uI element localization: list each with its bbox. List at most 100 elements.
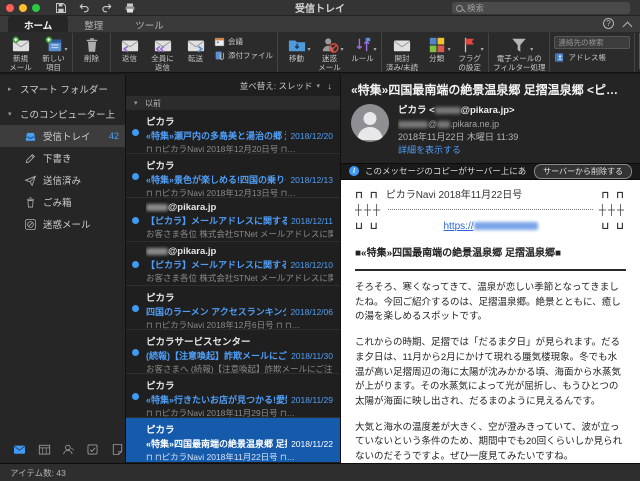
tab-organize[interactable]: 整理 xyxy=(68,16,119,32)
message-list-item[interactable]: ピカラ «特集»四国最南端の絶景温泉郷 足摺… 2018/11/22 ⊓ ⊓ピカラNa… xyxy=(126,418,340,462)
ribbon-button-flag[interactable]: ▾ フラグ の設定 xyxy=(453,33,486,72)
message-sender: ピカラ xyxy=(146,293,175,304)
print-icon[interactable] xyxy=(123,1,136,14)
delete-icon xyxy=(83,35,101,54)
message-list-item[interactable]: ピカラサービスセンター (続報)【注意喚起】詐欺メールにご注… 2018/11/30… xyxy=(126,330,340,374)
ribbon-button-address-book[interactable]: アドレス帳 xyxy=(554,52,630,63)
sidebar-folder-ごみ箱[interactable]: ごみ箱 xyxy=(0,191,125,213)
help-icon[interactable]: ? xyxy=(603,18,614,29)
sidebar-folder-下書き[interactable]: 下書き xyxy=(0,147,125,169)
item-count: アイテム数: 43 xyxy=(10,467,66,478)
new-mail-icon xyxy=(12,35,30,54)
chevron-down-icon: ▾ xyxy=(316,82,321,90)
message-list-item[interactable]: ピカラ四国のラーメン アクセスランキング <…2018/12/06⊓ ⊓ピカラN… xyxy=(126,286,340,330)
undo-icon[interactable] xyxy=(77,1,90,14)
message-date: 2018/12/11 xyxy=(291,216,333,226)
ascii-art-line-2: ┼┼┼ ┼┼┼ xyxy=(355,205,626,217)
ribbon-button-junk[interactable]: ▾ 迷惑 メール xyxy=(313,33,346,72)
unread-dot xyxy=(132,349,139,356)
show-details-link[interactable]: 詳細を表示する xyxy=(398,144,518,157)
sidebar-folder-送信済み[interactable]: 送信済み xyxy=(0,169,125,191)
message-date: 2018/12/20 xyxy=(290,131,333,141)
group-header[interactable]: ▾ 以前 xyxy=(126,96,340,110)
minimize-window-button[interactable] xyxy=(19,3,27,12)
zoom-window-button[interactable] xyxy=(32,3,40,12)
disclosure-collapsed-icon: ▸ xyxy=(8,86,12,93)
search-box[interactable] xyxy=(452,2,630,14)
ribbon-button-delete[interactable]: 削除 xyxy=(75,33,108,63)
read-unread-icon xyxy=(393,35,411,54)
ribbon-group: 返信 全員に 返信 転送 会議添付ファイル xyxy=(111,33,278,72)
delete-from-server-button[interactable]: サーバーから削除する xyxy=(534,163,632,179)
module-switcher xyxy=(0,438,125,463)
sidebar-folder-迷惑メール[interactable]: 迷惑メール xyxy=(0,213,125,235)
sidebar-section-on-this-computer[interactable]: ▾ このコンピューター上 xyxy=(0,100,125,125)
message-list: 並べ替え: スレッド ▾ ↓ ▾ 以前 ピカラ «特集»瀬戸内の多島美と湯治の郷 … xyxy=(125,75,341,463)
ribbon-group: 送受信 xyxy=(635,33,640,72)
redo-icon[interactable] xyxy=(100,1,113,14)
categorize-icon: ▾ xyxy=(428,35,451,54)
ribbon-group: 新規 メール ▾ 新しい 項目 xyxy=(2,33,73,72)
calendar-module-icon[interactable] xyxy=(36,442,51,457)
tab-home[interactable]: ホーム xyxy=(8,16,69,32)
collapse-ribbon-icon[interactable] xyxy=(624,20,632,28)
sort-direction-icon[interactable]: ↓ xyxy=(328,81,333,91)
filter-icon: ▾ xyxy=(510,35,533,54)
ribbon-button-new-mail[interactable]: 新規 メール xyxy=(4,33,37,72)
sidebar-folder-受信トレイ[interactable]: 受信トレイ 42 xyxy=(0,125,125,147)
ribbon-button-move[interactable]: ▾ 移動 xyxy=(280,33,313,63)
titlebar: 受信トレイ xyxy=(0,0,640,16)
ribbon-button-filter[interactable]: ▾ 電子メールの フィルター処理 xyxy=(491,33,547,72)
from-line: ピカラ < @pikara.jp> xyxy=(398,105,515,116)
message-list-item[interactable]: ピカラ«特集»行きたいお店が見つかる!愛媛の…2018/11/29⊓ ⊓ピカラN… xyxy=(126,374,340,418)
reply-all-icon xyxy=(154,35,172,54)
message-list-item[interactable]: ピカラ«特集»景色が楽しめる!四国の乗りもの…2018/12/13⊓ ⊓ピカラN… xyxy=(126,154,340,198)
avatar xyxy=(351,104,389,142)
ribbon-button-forward[interactable]: 転送 xyxy=(179,33,212,63)
disclosure-expanded-icon: ▾ xyxy=(134,100,138,107)
section-label: スマート フォルダー xyxy=(20,85,108,96)
search-icon xyxy=(456,4,463,12)
ribbon-group: ▾ 電子メールの フィルター処理 xyxy=(489,33,551,72)
ribbon-button-new-item[interactable]: ▾ 新しい 項目 xyxy=(37,33,70,72)
junk-icon: ▾ xyxy=(321,35,344,54)
notes-module-icon[interactable] xyxy=(110,442,125,457)
banner-text: このメッセージのコピーがサーバー上にあります。 xyxy=(365,166,528,177)
message-sender: @pikara.jp xyxy=(146,246,333,257)
sidebar-section-smart-folders[interactable]: ▸ スマート フォルダー xyxy=(0,75,125,100)
save-icon[interactable] xyxy=(54,1,67,14)
ribbon-button-attachment[interactable]: 添付ファイル xyxy=(214,50,273,61)
message-date: 2018/11/22 xyxy=(291,439,333,449)
newsletter-link[interactable]: https:// xyxy=(443,221,538,232)
tab-tools[interactable]: ツール xyxy=(119,16,180,32)
body-paragraph: 大気と海水の温度差が大きく、空が澄みきっていて、波が立っていないという条件のため… xyxy=(355,421,623,463)
message-preview: ⊓ ⊓ピカラNavi 2018年11月22日号 ⊓… xyxy=(146,452,296,462)
message-subject: (続報)【注意喚起】詐欺メールにご注… xyxy=(146,351,287,361)
ribbon-tabstrip: ホーム 整理 ツール ? xyxy=(0,16,640,32)
ribbon-button-reply[interactable]: 返信 xyxy=(113,33,146,63)
ribbon-button-reply-all[interactable]: 全員に 返信 xyxy=(146,33,179,72)
redacted-text xyxy=(398,120,428,128)
message-date: 2018年11月22日 木曜日 11:39 xyxy=(398,131,519,142)
ribbon-button-categorize[interactable]: ▾ 分類 xyxy=(420,33,453,63)
ribbon-button-read-unread[interactable]: 開封 済み/未読 xyxy=(384,33,420,72)
ribbon-button-rules[interactable]: ▾ ルール xyxy=(346,33,379,63)
rules-icon: ▾ xyxy=(354,35,377,54)
contact-search-input[interactable] xyxy=(554,36,631,49)
unread-dot xyxy=(132,305,139,312)
ribbon-button-meeting[interactable]: 会議 xyxy=(214,36,273,47)
message-list-item[interactable]: @pikara.jp 【ピカラ】メールアドレスに関する変更処… 2018/12/10… xyxy=(126,242,340,286)
redacted-text xyxy=(146,203,168,211)
people-module-icon[interactable] xyxy=(61,442,76,457)
search-input[interactable] xyxy=(467,3,626,13)
tasks-module-icon[interactable] xyxy=(85,442,100,457)
sort-bar[interactable]: 並べ替え: スレッド ▾ ↓ xyxy=(126,75,340,96)
message-list-item[interactable]: ピカラ«特集»瀬戸内の多島美と湯治の郷 湯ノ…2018/12/20⊓ ⊓ピカラN… xyxy=(126,110,340,154)
ascii-art-line-1: ⊓ ⊓ ピカラNavi 2018年11月22日号 ⊓ ⊓ xyxy=(355,189,626,201)
message-subject: «特集»四国最南端の絶景温泉郷 足摺温泉郷 <ピ… xyxy=(351,83,619,97)
message-subject: «特集»瀬戸内の多島美と湯治の郷 湯ノ… xyxy=(146,131,286,141)
close-window-button[interactable] xyxy=(6,3,14,12)
message-list-item[interactable]: @pikara.jp 【ピカラ】メールアドレスに関する変更処… 2018/12/11… xyxy=(126,198,340,242)
mail-module-icon[interactable] xyxy=(12,442,27,457)
message-date: 2018/12/13 xyxy=(290,175,333,185)
